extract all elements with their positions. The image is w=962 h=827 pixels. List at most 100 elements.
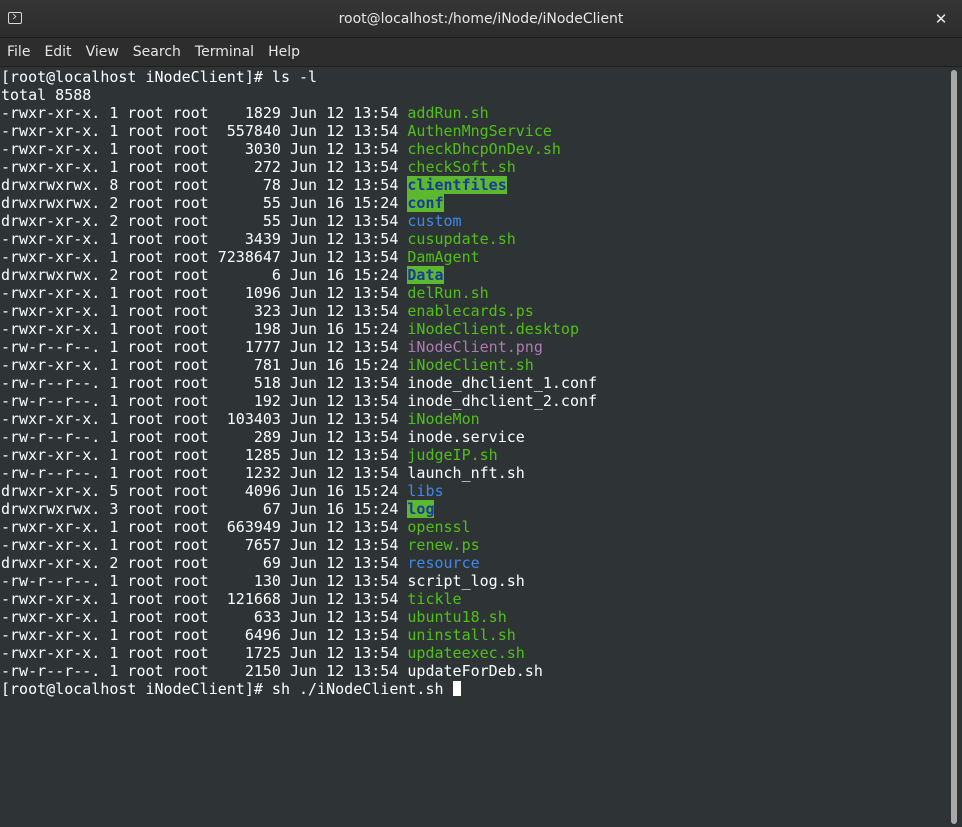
command-line: [root@localhost iNodeClient]# ls -l <box>1 68 318 86</box>
file-meta: -rw-r--r--. 1 root root 2150 Jun 12 13:5… <box>1 662 408 680</box>
file-meta: -rw-r--r--. 1 root root 1777 Jun 12 13:5… <box>1 338 408 356</box>
file-meta: -rwxr-xr-x. 1 root root 103403 Jun 12 13… <box>1 410 408 428</box>
file-meta: drwxrwxrwx. 2 root root 6 Jun 16 15:24 <box>1 266 408 284</box>
title-bar[interactable]: root@localhost:/home/iNode/iNodeClient ✕ <box>0 0 962 38</box>
file-name: cusupdate.sh <box>407 230 516 248</box>
listing-row: -rwxr-xr-x. 1 root root 1285 Jun 12 13:5… <box>0 446 946 464</box>
listing: -rwxr-xr-x. 1 root root 1829 Jun 12 13:5… <box>0 104 946 680</box>
terminal-output[interactable]: [root@localhost iNodeClient]# ls -l tota… <box>0 67 946 827</box>
menu-terminal[interactable]: Terminal <box>188 38 261 66</box>
file-name: renew.ps <box>407 536 480 554</box>
file-name: judgeIP.sh <box>407 446 498 464</box>
file-meta: -rwxr-xr-x. 1 root root 1285 Jun 12 13:5… <box>1 446 408 464</box>
menu-file[interactable]: File <box>0 38 37 66</box>
file-name: resource <box>407 554 480 572</box>
file-meta: -rwxr-xr-x. 1 root root 323 Jun 12 13:54 <box>1 302 408 320</box>
listing-row: drwxrwxrwx. 2 root root 6 Jun 16 15:24 D… <box>0 266 946 284</box>
menu-help[interactable]: Help <box>261 38 307 66</box>
listing-row: -rwxr-xr-x. 1 root root 272 Jun 12 13:54… <box>0 158 946 176</box>
file-meta: drwxrwxrwx. 8 root root 78 Jun 12 13:54 <box>1 176 408 194</box>
file-meta: -rw-r--r--. 1 root root 1232 Jun 12 13:5… <box>1 464 408 482</box>
listing-row: -rwxr-xr-x. 1 root root 323 Jun 12 13:54… <box>0 302 946 320</box>
listing-row: -rw-r--r--. 1 root root 2150 Jun 12 13:5… <box>0 662 946 680</box>
file-name: enablecards.ps <box>407 302 534 320</box>
file-meta: -rwxr-xr-x. 1 root root 121668 Jun 12 13… <box>1 590 408 608</box>
prompt-text: [root@localhost iNodeClient]# sh ./iNode… <box>1 680 453 698</box>
close-icon[interactable]: ✕ <box>930 8 952 30</box>
file-meta: drwxr-xr-x. 2 root root 69 Jun 12 13:54 <box>1 554 408 572</box>
menu-edit[interactable]: Edit <box>37 38 78 66</box>
file-name: inode_dhclient_1.conf <box>407 374 598 392</box>
file-meta: -rwxr-xr-x. 1 root root 557840 Jun 12 13… <box>1 122 408 140</box>
file-meta: -rwxr-xr-x. 1 root root 3030 Jun 12 13:5… <box>1 140 408 158</box>
listing-row: -rw-r--r--. 1 root root 1777 Jun 12 13:5… <box>0 338 946 356</box>
file-name: inode_dhclient_2.conf <box>407 392 598 410</box>
file-name: iNodeClient.desktop <box>407 320 579 338</box>
file-meta: drwxr-xr-x. 2 root root 55 Jun 12 13:54 <box>1 212 408 230</box>
listing-row: drwxrwxrwx. 8 root root 78 Jun 12 13:54 … <box>0 176 946 194</box>
file-name: tickle <box>407 590 462 608</box>
file-meta: -rw-r--r--. 1 root root 192 Jun 12 13:54 <box>1 392 408 410</box>
listing-row: -rwxr-xr-x. 1 root root 6496 Jun 12 13:5… <box>0 626 946 644</box>
file-meta: -rwxr-xr-x. 1 root root 1725 Jun 12 13:5… <box>1 644 408 662</box>
terminal-window: root@localhost:/home/iNode/iNodeClient ✕… <box>0 0 962 827</box>
listing-row: -rw-r--r--. 1 root root 289 Jun 12 13:54… <box>0 428 946 446</box>
menu-view[interactable]: View <box>79 38 126 66</box>
listing-row: drwxrwxrwx. 2 root root 55 Jun 16 15:24 … <box>0 194 946 212</box>
file-name: log <box>407 500 435 518</box>
scrollbar[interactable] <box>946 67 962 827</box>
file-meta: -rwxr-xr-x. 1 root root 633 Jun 12 13:54 <box>1 608 408 626</box>
file-meta: -rwxr-xr-x. 1 root root 7238647 Jun 12 1… <box>1 248 408 266</box>
listing-row: drwxr-xr-x. 5 root root 4096 Jun 16 15:2… <box>0 482 946 500</box>
text-cursor <box>452 681 461 696</box>
file-meta: -rwxr-xr-x. 1 root root 6496 Jun 12 13:5… <box>1 626 408 644</box>
listing-row: -rwxr-xr-x. 1 root root 781 Jun 16 15:24… <box>0 356 946 374</box>
file-name: custom <box>407 212 462 230</box>
file-name: checkSoft.sh <box>407 158 516 176</box>
file-name: AuthenMngService <box>407 122 552 140</box>
scrollbar-thumb[interactable] <box>951 70 957 824</box>
file-meta: drwxrwxrwx. 3 root root 67 Jun 16 15:24 <box>1 500 408 518</box>
listing-row: -rwxr-xr-x. 1 root root 633 Jun 12 13:54… <box>0 608 946 626</box>
listing-row: -rw-r--r--. 1 root root 1232 Jun 12 13:5… <box>0 464 946 482</box>
listing-row: -rwxr-xr-x. 1 root root 557840 Jun 12 13… <box>0 122 946 140</box>
listing-row: -rwxr-xr-x. 1 root root 7657 Jun 12 13:5… <box>0 536 946 554</box>
listing-row: -rwxr-xr-x. 1 root root 198 Jun 16 15:24… <box>0 320 946 338</box>
listing-row: -rwxr-xr-x. 1 root root 7238647 Jun 12 1… <box>0 248 946 266</box>
file-name: iNodeMon <box>407 410 480 428</box>
file-name: uninstall.sh <box>407 626 516 644</box>
prompt-line[interactable]: [root@localhost iNodeClient]# sh ./iNode… <box>0 680 946 698</box>
file-meta: drwxrwxrwx. 2 root root 55 Jun 16 15:24 <box>1 194 408 212</box>
file-name: launch_nft.sh <box>407 464 525 482</box>
listing-row: -rwxr-xr-x. 1 root root 3030 Jun 12 13:5… <box>0 140 946 158</box>
file-name: iNodeClient.png <box>407 338 543 356</box>
file-name: clientfiles <box>407 176 507 194</box>
file-meta: -rwxr-xr-x. 1 root root 272 Jun 12 13:54 <box>1 158 408 176</box>
listing-row: -rwxr-xr-x. 1 root root 663949 Jun 12 13… <box>0 518 946 536</box>
listing-row: -rw-r--r--. 1 root root 130 Jun 12 13:54… <box>0 572 946 590</box>
file-meta: -rwxr-xr-x. 1 root root 1829 Jun 12 13:5… <box>1 104 408 122</box>
listing-row: -rwxr-xr-x. 1 root root 1829 Jun 12 13:5… <box>0 104 946 122</box>
listing-row: -rwxr-xr-x. 1 root root 121668 Jun 12 13… <box>0 590 946 608</box>
file-name: Data <box>407 266 444 284</box>
file-name: updateForDeb.sh <box>407 662 543 680</box>
window-title: root@localhost:/home/iNode/iNodeClient <box>338 11 624 27</box>
file-name: script_log.sh <box>407 572 525 590</box>
menu-bar: File Edit View Search Terminal Help <box>0 38 962 67</box>
file-meta: -rwxr-xr-x. 1 root root 3439 Jun 12 13:5… <box>1 230 408 248</box>
listing-row: -rwxr-xr-x. 1 root root 103403 Jun 12 13… <box>0 410 946 428</box>
listing-row: -rw-r--r--. 1 root root 192 Jun 12 13:54… <box>0 392 946 410</box>
file-meta: -rwxr-xr-x. 1 root root 198 Jun 16 15:24 <box>1 320 408 338</box>
menu-search[interactable]: Search <box>126 38 188 66</box>
listing-row: -rw-r--r--. 1 root root 518 Jun 12 13:54… <box>0 374 946 392</box>
file-meta: -rw-r--r--. 1 root root 130 Jun 12 13:54 <box>1 572 408 590</box>
menu-items: File Edit View Search Terminal Help <box>0 38 307 66</box>
file-meta: -rwxr-xr-x. 1 root root 7657 Jun 12 13:5… <box>1 536 408 554</box>
listing-row: drwxr-xr-x. 2 root root 69 Jun 12 13:54 … <box>0 554 946 572</box>
file-name: checkDhcpOnDev.sh <box>407 140 561 158</box>
listing-row: -rwxr-xr-x. 1 root root 1096 Jun 12 13:5… <box>0 284 946 302</box>
file-name: delRun.sh <box>407 284 489 302</box>
file-meta: -rwxr-xr-x. 1 root root 663949 Jun 12 13… <box>1 518 408 536</box>
file-name: libs <box>407 482 444 500</box>
file-meta: drwxr-xr-x. 5 root root 4096 Jun 16 15:2… <box>1 482 408 500</box>
